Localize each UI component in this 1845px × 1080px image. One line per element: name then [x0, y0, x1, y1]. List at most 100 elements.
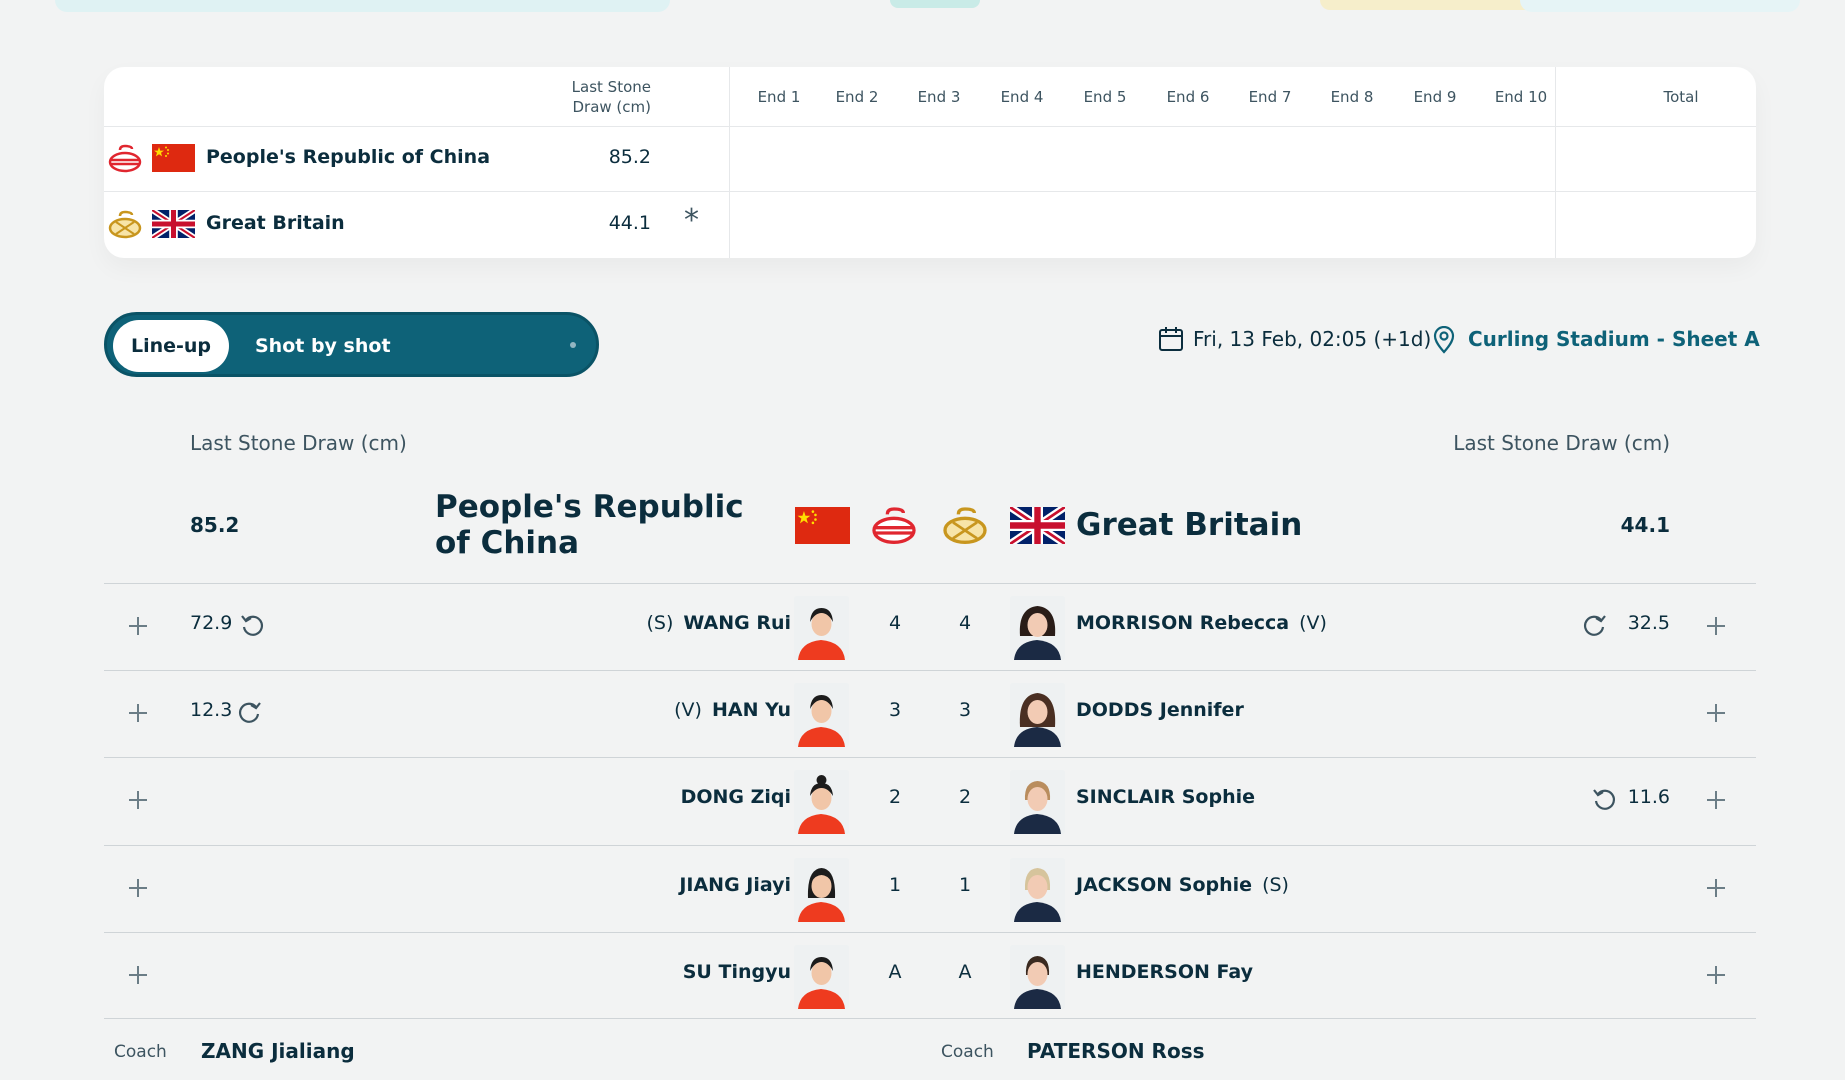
player-photo — [1010, 945, 1065, 1009]
player-name-text: JIANG Jiayi — [679, 874, 791, 896]
player-role: (V) — [674, 699, 702, 721]
player-name: JACKSON Sophie (S) — [1076, 874, 1299, 896]
player-name: DODDS Jennifer — [1076, 699, 1264, 721]
position-number: 1 — [958, 874, 972, 896]
expand-button[interactable] — [1700, 697, 1732, 729]
team-lsd-value: 44.1 — [1620, 513, 1670, 537]
team-name: Great Britain — [206, 212, 345, 234]
view-toggle[interactable]: Line-up Shot by shot — [104, 312, 599, 377]
shot-percentage: 12.3 — [190, 699, 233, 721]
expand-button[interactable] — [122, 959, 154, 991]
team-title: People's Republic of China — [435, 489, 744, 561]
end-header: End 8 — [1330, 88, 1374, 106]
player-name: DONG Ziqi — [661, 786, 791, 808]
top-decoration — [1520, 0, 1800, 12]
top-decoration — [55, 0, 670, 12]
end-header: End 9 — [1413, 88, 1457, 106]
red-stone-icon — [872, 507, 916, 544]
team-lsd: 44.1 — [608, 212, 651, 234]
player-name: (S) WANG Rui — [637, 612, 791, 634]
expand-button[interactable] — [122, 697, 154, 729]
coach-label: Coach — [941, 1042, 994, 1062]
expand-button[interactable] — [122, 872, 154, 904]
player-name: JIANG Jiayi — [659, 874, 791, 896]
position-number: 3 — [958, 699, 972, 721]
expand-button[interactable] — [1700, 784, 1732, 816]
tab-lineup[interactable]: Line-up — [113, 320, 229, 372]
end-header: End 2 — [835, 88, 879, 106]
player-name-text: MORRISON Rebecca — [1076, 612, 1290, 634]
player-photo — [794, 945, 849, 1009]
end-header: End 7 — [1248, 88, 1292, 106]
total-header: Total — [1663, 88, 1699, 106]
player-name-text: HENDERSON Fay — [1076, 961, 1254, 983]
expand-button[interactable] — [1700, 610, 1732, 642]
team-lsd-value: 85.2 — [190, 513, 240, 537]
shot-percentage: 72.9 — [190, 612, 233, 634]
player-name: HENDERSON Fay — [1076, 961, 1273, 983]
shot-percentage: 32.5 — [1627, 612, 1670, 634]
scoreboard: Last Stone Draw (cm) End 1 End 2 End 3 E… — [104, 67, 1756, 258]
player-name-text: SU Tingyu — [682, 961, 791, 983]
yellow-stone-icon — [943, 507, 987, 544]
counterclockwise-rotation-icon — [241, 615, 264, 636]
indicator-dot — [570, 342, 576, 348]
position-number: 4 — [958, 612, 972, 634]
position-number: 1 — [888, 874, 902, 896]
hammer-indicator: * — [684, 203, 699, 238]
lineup-row: SU Tingyu A A HENDERSON Fay — [104, 932, 1756, 1019]
scoreboard-header: Last Stone Draw (cm) End 1 End 2 End 3 E… — [104, 67, 1756, 127]
lineup-row: DONG Ziqi 2 2 SINCLAIR Sophie 11.6 — [104, 757, 1756, 844]
scoreboard-row: Great Britain 44.1 * — [104, 193, 1756, 258]
match-date: Fri, 13 Feb, 02:05 (+1d) — [1193, 327, 1432, 351]
cn-flag-icon — [152, 144, 195, 172]
player-name-text: HAN Yu — [711, 699, 791, 721]
player-name-text: WANG Rui — [683, 612, 791, 634]
player-name: MORRISON Rebecca (V) — [1076, 612, 1337, 634]
team-title: Great Britain — [1076, 507, 1303, 543]
top-decoration — [1320, 0, 1540, 10]
lineup-row: 12.3 (V) HAN Yu 3 3 DODDS Jennifer — [104, 670, 1756, 757]
player-name: SINCLAIR Sophie — [1076, 786, 1275, 808]
player-name-text: SINCLAIR Sophie — [1076, 786, 1255, 808]
top-decoration — [890, 0, 980, 8]
position-number: 3 — [888, 699, 902, 721]
player-photo — [1010, 770, 1065, 834]
expand-button[interactable] — [122, 784, 154, 816]
yellow-stone-icon — [108, 210, 142, 239]
player-photo — [1010, 858, 1065, 922]
player-name-text: JACKSON Sophie — [1076, 874, 1253, 896]
player-photo — [1010, 596, 1065, 660]
clockwise-rotation-icon — [1583, 615, 1606, 636]
player-name: (V) HAN Yu — [664, 699, 791, 721]
end-header: End 10 — [1494, 88, 1548, 106]
player-role: (S) — [1262, 874, 1289, 896]
expand-button[interactable] — [122, 610, 154, 642]
gb-flag-icon — [152, 210, 195, 238]
expand-button[interactable] — [1700, 872, 1732, 904]
player-name: SU Tingyu — [663, 961, 791, 983]
coach-name: PATERSON Ross — [1027, 1039, 1205, 1063]
position-number: 4 — [888, 612, 902, 634]
player-photo — [1010, 683, 1065, 747]
lineup-row: JIANG Jiayi 1 1 JACKSON Sophie (S) — [104, 845, 1756, 932]
position-number: A — [888, 961, 902, 983]
lsd-label: Last Stone Draw (cm) — [190, 431, 407, 455]
end-header: End 1 — [757, 88, 801, 106]
position-number: 2 — [958, 786, 972, 808]
venue-link[interactable]: Curling Stadium - Sheet A — [1468, 327, 1760, 351]
scoreboard-row: People's Republic of China 85.2 — [104, 127, 1756, 192]
player-name-text: DODDS Jennifer — [1076, 699, 1244, 721]
expand-button[interactable] — [1700, 959, 1732, 991]
location-pin-icon — [1433, 326, 1455, 354]
position-number: A — [958, 961, 972, 983]
player-photo — [794, 683, 849, 747]
end-header: End 3 — [917, 88, 961, 106]
tab-shot-by-shot[interactable]: Shot by shot — [255, 335, 391, 357]
lsd-label: Last Stone Draw (cm) — [1453, 431, 1670, 455]
player-name-text: DONG Ziqi — [680, 786, 791, 808]
end-header: End 6 — [1166, 88, 1210, 106]
player-photo — [794, 770, 849, 834]
end-header: End 4 — [1000, 88, 1044, 106]
position-number: 2 — [888, 786, 902, 808]
